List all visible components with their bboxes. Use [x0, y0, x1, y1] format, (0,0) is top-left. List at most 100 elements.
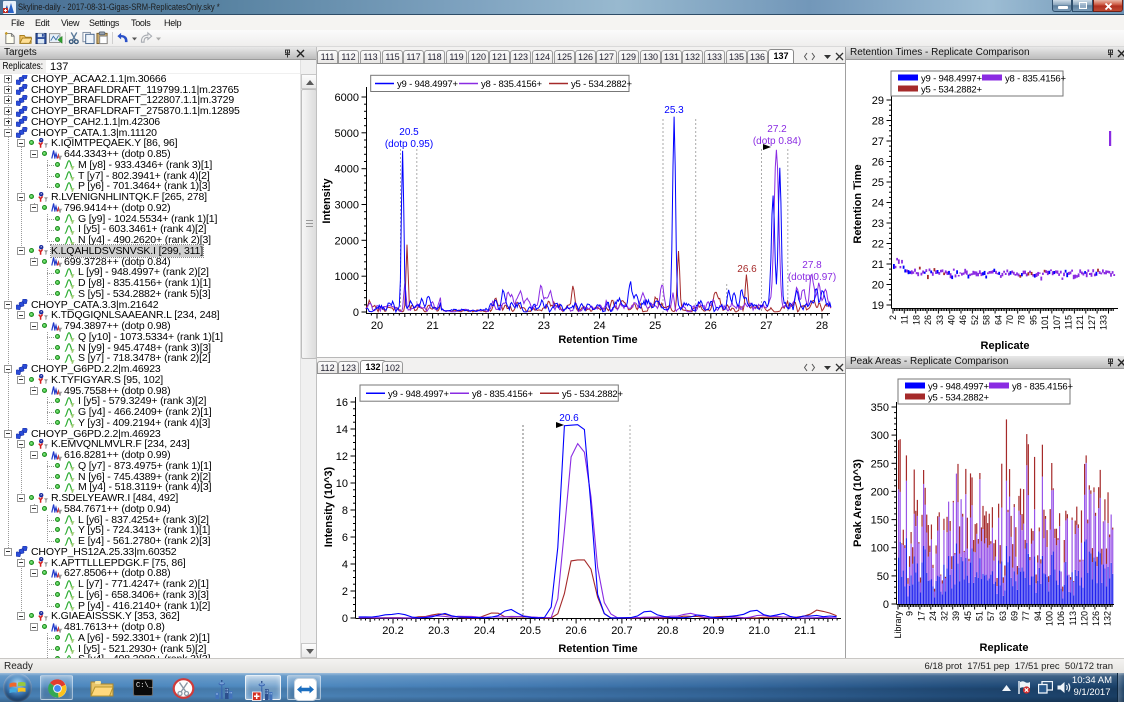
svg-text:20.9: 20.9 [703, 625, 724, 637]
svg-text:24: 24 [928, 611, 938, 621]
svg-text:(dotp 0.95): (dotp 0.95) [385, 139, 433, 150]
svg-text:33: 33 [935, 315, 945, 325]
svg-text:21: 21 [872, 259, 884, 271]
svg-text:94: 94 [1033, 611, 1043, 621]
svg-text:113: 113 [1068, 611, 1078, 625]
svg-text:20.7: 20.7 [611, 625, 632, 637]
svg-text:27.8: 27.8 [802, 260, 822, 271]
svg-text:y9 - 948.4997+: y9 - 948.4997+ [388, 389, 449, 400]
svg-text:20.5: 20.5 [399, 127, 419, 138]
svg-text:0: 0 [342, 613, 348, 625]
svg-text:29: 29 [872, 95, 884, 107]
svg-text:20.6: 20.6 [565, 625, 586, 637]
svg-text:95: 95 [1028, 315, 1038, 325]
svg-text:27.2: 27.2 [767, 124, 787, 135]
svg-text:26: 26 [923, 315, 933, 325]
svg-text:26: 26 [705, 320, 717, 332]
svg-text:300: 300 [871, 430, 889, 442]
svg-text:133: 133 [1099, 315, 1109, 330]
svg-text:120: 120 [1079, 611, 1089, 626]
svg-text:250: 250 [871, 458, 889, 470]
svg-text:77: 77 [1021, 611, 1031, 621]
svg-text:45: 45 [963, 611, 973, 621]
svg-text:10: 10 [336, 478, 348, 490]
svg-text:16: 16 [336, 397, 348, 409]
svg-text:26.6: 26.6 [737, 264, 757, 275]
svg-text:132: 132 [1103, 611, 1113, 626]
svg-text:20.2: 20.2 [382, 625, 403, 637]
svg-text:24: 24 [593, 320, 605, 332]
svg-text:25.3: 25.3 [664, 105, 684, 116]
svg-text:Intensity: Intensity [321, 178, 333, 224]
svg-text:Retention Time: Retention Time [558, 643, 637, 655]
svg-text:64: 64 [993, 315, 1003, 325]
svg-text:20.4: 20.4 [474, 625, 495, 637]
svg-text:8: 8 [342, 505, 348, 517]
svg-text:20.6: 20.6 [559, 413, 579, 424]
svg-text:107: 107 [1052, 315, 1062, 330]
svg-text:9: 9 [905, 611, 915, 616]
svg-text:46: 46 [958, 315, 968, 325]
svg-text:20: 20 [371, 320, 383, 332]
svg-text:2: 2 [342, 586, 348, 598]
svg-text:50: 50 [877, 571, 889, 583]
svg-text:3000: 3000 [335, 200, 359, 212]
svg-text:20.5: 20.5 [520, 625, 541, 637]
svg-text:63: 63 [998, 611, 1008, 621]
svg-text:23: 23 [872, 218, 884, 230]
svg-text:350: 350 [871, 402, 889, 414]
svg-text:40: 40 [947, 315, 957, 325]
svg-text:24: 24 [872, 198, 884, 210]
svg-text:127: 127 [1087, 315, 1097, 330]
svg-text:100: 100 [871, 543, 889, 555]
svg-text:2: 2 [888, 315, 898, 320]
svg-text:78: 78 [1017, 315, 1027, 325]
svg-text:57: 57 [986, 611, 996, 621]
svg-text:6000: 6000 [335, 92, 359, 104]
svg-text:23: 23 [538, 320, 550, 332]
svg-text:Replicate: Replicate [980, 642, 1029, 654]
svg-text:y5 - 534.2882+: y5 - 534.2882+ [928, 393, 989, 404]
svg-text:Intensity (10^3): Intensity (10^3) [323, 466, 335, 547]
svg-text:Replicate: Replicate [981, 340, 1030, 352]
svg-text:y5 - 534.2882+: y5 - 534.2882+ [562, 389, 623, 400]
svg-text:27: 27 [872, 136, 884, 148]
svg-text:4000: 4000 [335, 164, 359, 176]
svg-text:0: 0 [353, 307, 359, 319]
svg-text:5000: 5000 [335, 128, 359, 140]
svg-text:20.8: 20.8 [657, 625, 678, 637]
svg-text:Library: Library [893, 611, 903, 639]
svg-text:22: 22 [482, 320, 494, 332]
svg-text:21: 21 [426, 320, 438, 332]
svg-text:y9 - 948.4997+: y9 - 948.4997+ [397, 79, 458, 90]
svg-text:y8 - 835.4156+: y8 - 835.4156+ [1005, 74, 1066, 85]
svg-text:y5 - 534.2882+: y5 - 534.2882+ [571, 79, 632, 90]
svg-text:1000: 1000 [335, 271, 359, 283]
svg-text:28: 28 [816, 320, 828, 332]
svg-text:2000: 2000 [335, 235, 359, 247]
svg-text:101: 101 [1040, 315, 1050, 330]
svg-text:Peak Area (10^3): Peak Area (10^3) [852, 459, 864, 547]
svg-text:25: 25 [649, 320, 661, 332]
svg-text:25: 25 [872, 177, 884, 189]
svg-text:21.1: 21.1 [794, 625, 815, 637]
svg-text:Retention Time: Retention Time [558, 334, 637, 346]
svg-text:27: 27 [760, 320, 772, 332]
svg-text:4: 4 [342, 559, 348, 571]
svg-text:20.3: 20.3 [428, 625, 449, 637]
svg-text:12: 12 [336, 451, 348, 463]
svg-text:19: 19 [872, 300, 884, 312]
svg-text:69: 69 [1010, 611, 1020, 621]
svg-text:y9 - 948.4997+: y9 - 948.4997+ [928, 382, 989, 393]
svg-text:17: 17 [916, 611, 926, 621]
svg-text:20: 20 [872, 280, 884, 292]
svg-text:18: 18 [911, 315, 921, 325]
svg-text:121: 121 [1075, 315, 1085, 330]
svg-text:58: 58 [982, 315, 992, 325]
svg-text:115: 115 [1064, 315, 1074, 329]
svg-text:(dotp 0.97): (dotp 0.97) [788, 272, 836, 283]
svg-text:y8 - 835.4156+: y8 - 835.4156+ [1012, 382, 1073, 393]
svg-text:28: 28 [872, 116, 884, 128]
svg-text:6: 6 [342, 532, 348, 544]
svg-text:y8 - 835.4156+: y8 - 835.4156+ [472, 389, 533, 400]
